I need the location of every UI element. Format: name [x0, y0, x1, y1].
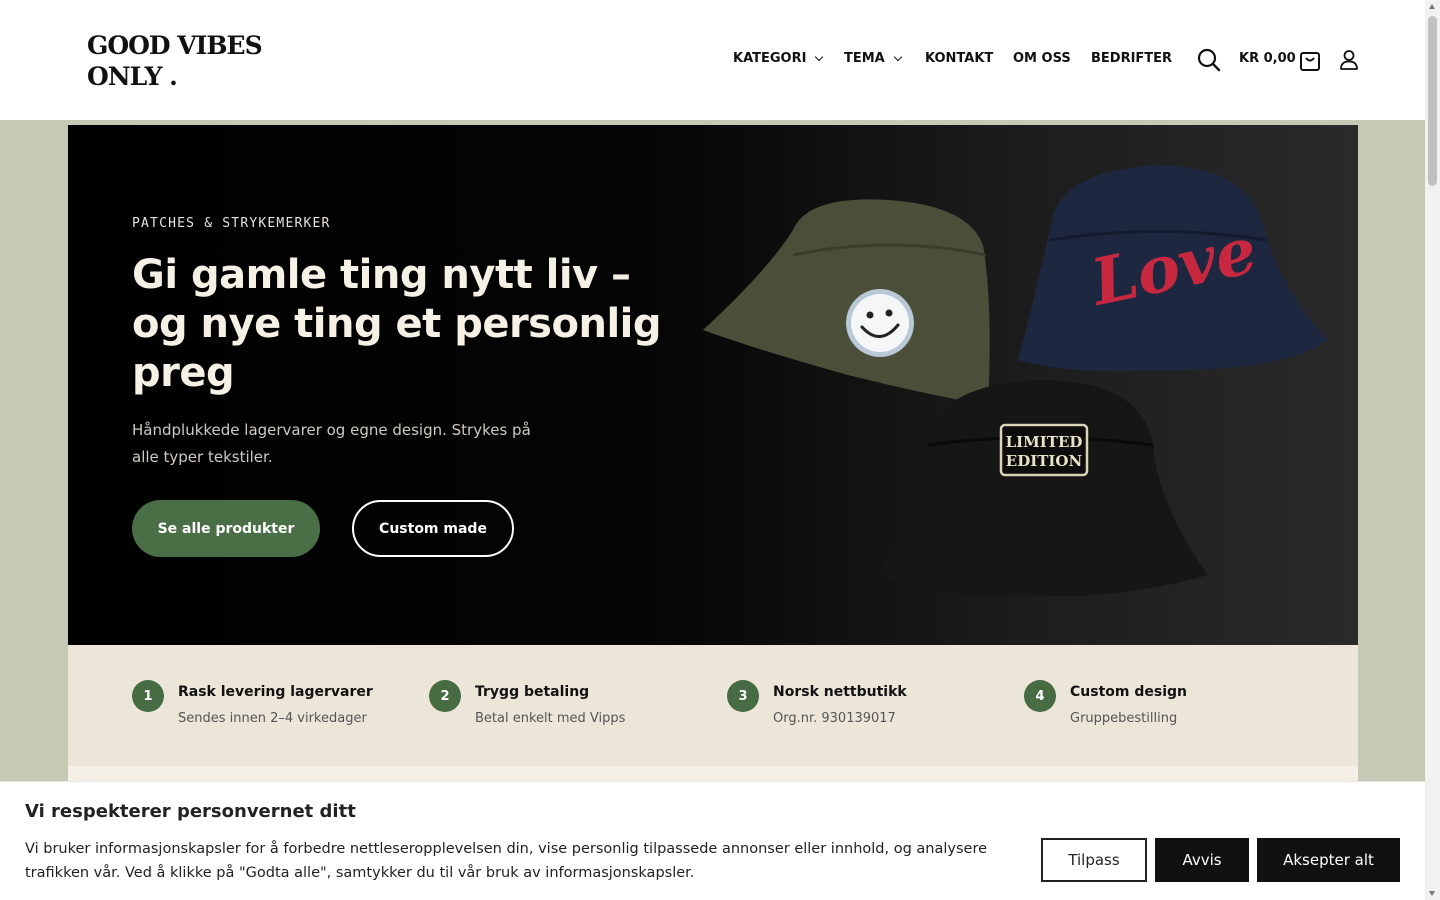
nav-kategori-label: KATEGORI — [733, 51, 807, 66]
feature-title: Norsk nettbutikk — [773, 684, 907, 700]
nav-bedrifter[interactable]: BEDRIFTER — [1091, 51, 1172, 66]
nav-om-oss[interactable]: OM OSS — [1013, 51, 1071, 66]
logo-line-1: GOOD VIBES — [87, 31, 263, 60]
feature-subtitle: Gruppebestilling — [1070, 711, 1178, 726]
custom-made-button[interactable]: Custom made — [352, 500, 514, 557]
nav-tema-label: TEMA — [844, 51, 885, 66]
cookie-title: Vi respekterer personvernet ditt — [25, 801, 356, 822]
hero-banner: PATCHES & STRYKEMERKER Gi gamle ting nyt… — [68, 125, 1358, 645]
feature-number: 3 — [727, 680, 759, 712]
scroll-down-icon[interactable] — [1429, 891, 1435, 896]
feature-number: 1 — [132, 680, 164, 712]
nav-tema[interactable]: TEMA — [844, 51, 902, 66]
navy-bucket-hat: Love — [1018, 165, 1328, 372]
cookie-customize-button[interactable]: Tilpass — [1041, 838, 1147, 882]
feature-subtitle: Sendes innen 2–4 virkedager — [178, 711, 367, 726]
chevron-down-icon — [893, 52, 902, 61]
smiley-patch — [846, 289, 914, 357]
page-scrollbar[interactable] — [1425, 0, 1440, 900]
logo-line-2: ONLY . — [87, 62, 178, 91]
feature-subtitle: Betal enkelt med Vipps — [475, 711, 626, 726]
nav-kontakt[interactable]: KONTAKT — [925, 51, 993, 66]
feature-title: Trygg betaling — [475, 684, 590, 700]
hero-bucket-hats-image: Love LIMITED EDITION — [703, 165, 1328, 596]
feature-subtitle: Org.nr. 930139017 — [773, 711, 896, 726]
patch-limited-line2: EDITION — [1006, 452, 1083, 470]
hero-title: Gi gamle ting nytt liv – og nye ting et … — [132, 252, 662, 396]
feature-title: Rask levering lagervarer — [178, 684, 373, 700]
site-logo[interactable]: GOOD VIBES ONLY . — [87, 30, 263, 92]
scrollbar-thumb[interactable] — [1428, 16, 1437, 186]
nav-kategori[interactable]: KATEGORI — [733, 51, 824, 66]
hero-eyebrow: PATCHES & STRYKEMERKER — [132, 216, 331, 231]
olive-bucket-hat — [703, 199, 990, 405]
patch-limited-line1: LIMITED — [1006, 433, 1083, 451]
cookie-text: Vi bruker informasjonskapsler for å forb… — [25, 841, 988, 881]
cookie-accept-button[interactable]: Aksepter alt — [1257, 838, 1400, 882]
hero-subtitle: Håndplukkede lagervarer og egne design. … — [132, 421, 531, 466]
cart-icon[interactable] — [1299, 48, 1321, 76]
features-strip: 1 Rask levering lagervarer Sendes innen … — [68, 645, 1358, 766]
scroll-up-icon[interactable] — [1429, 4, 1435, 9]
cookie-reject-button[interactable]: Avvis — [1155, 838, 1249, 882]
chevron-down-icon — [815, 52, 824, 61]
feature-title: Custom design — [1070, 684, 1187, 700]
see-all-products-button[interactable]: Se alle produkter — [132, 500, 320, 557]
cart-total[interactable]: KR 0,00 — [1239, 51, 1296, 66]
black-bucket-hat: LIMITED EDITION — [878, 380, 1208, 596]
user-icon[interactable] — [1339, 49, 1359, 75]
cookie-banner: Vi respekterer personvernet ditt Vi bruk… — [0, 781, 1425, 900]
feature-number: 2 — [429, 680, 461, 712]
search-icon[interactable] — [1197, 48, 1221, 76]
site-header: GOOD VIBES ONLY . KATEGORI TEMA KONTAKT … — [0, 0, 1425, 120]
feature-number: 4 — [1024, 680, 1056, 712]
